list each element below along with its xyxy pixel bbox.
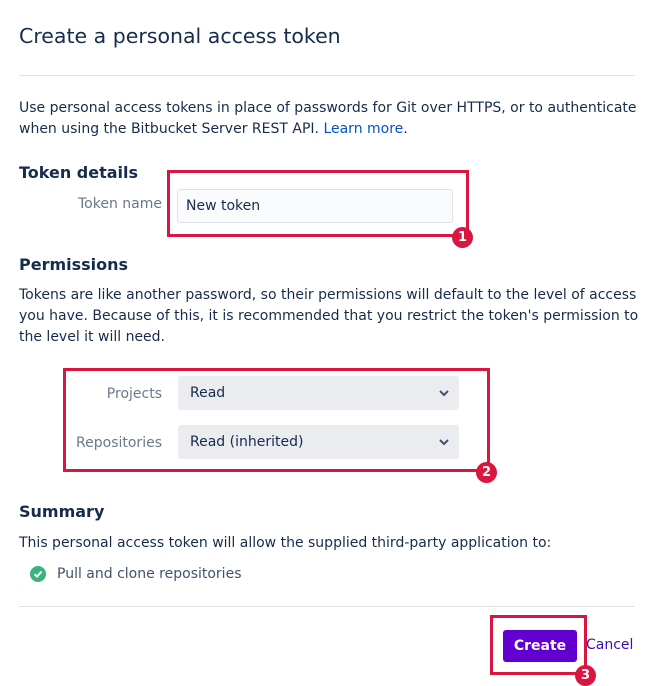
summary-heading: Summary bbox=[19, 502, 105, 521]
annotation-badge-1: 1 bbox=[452, 227, 473, 248]
footer-divider bbox=[19, 606, 635, 607]
header-divider bbox=[19, 75, 635, 76]
page-title: Create a personal access token bbox=[19, 24, 341, 48]
intro-suffix: . bbox=[403, 121, 408, 137]
summary-description: This personal access token will allow th… bbox=[19, 535, 552, 551]
learn-more-link[interactable]: Learn more bbox=[323, 121, 403, 137]
permissions-description: Tokens are like another password, so the… bbox=[19, 287, 639, 345]
annotation-box-3 bbox=[490, 615, 587, 675]
annotation-box-1 bbox=[167, 170, 469, 237]
summary-list-item: Pull and clone repositories bbox=[30, 566, 241, 582]
token-details-heading: Token details bbox=[19, 163, 139, 182]
cancel-button[interactable]: Cancel bbox=[586, 637, 633, 653]
annotation-badge-2: 2 bbox=[476, 462, 497, 483]
summary-item-label: Pull and clone repositories bbox=[57, 566, 242, 582]
annotation-box-2 bbox=[63, 368, 490, 472]
permissions-heading: Permissions bbox=[19, 255, 129, 274]
intro-text: Use personal access tokens in place of p… bbox=[19, 98, 639, 140]
token-name-label: Token name bbox=[78, 196, 162, 212]
check-circle-icon bbox=[30, 566, 46, 582]
